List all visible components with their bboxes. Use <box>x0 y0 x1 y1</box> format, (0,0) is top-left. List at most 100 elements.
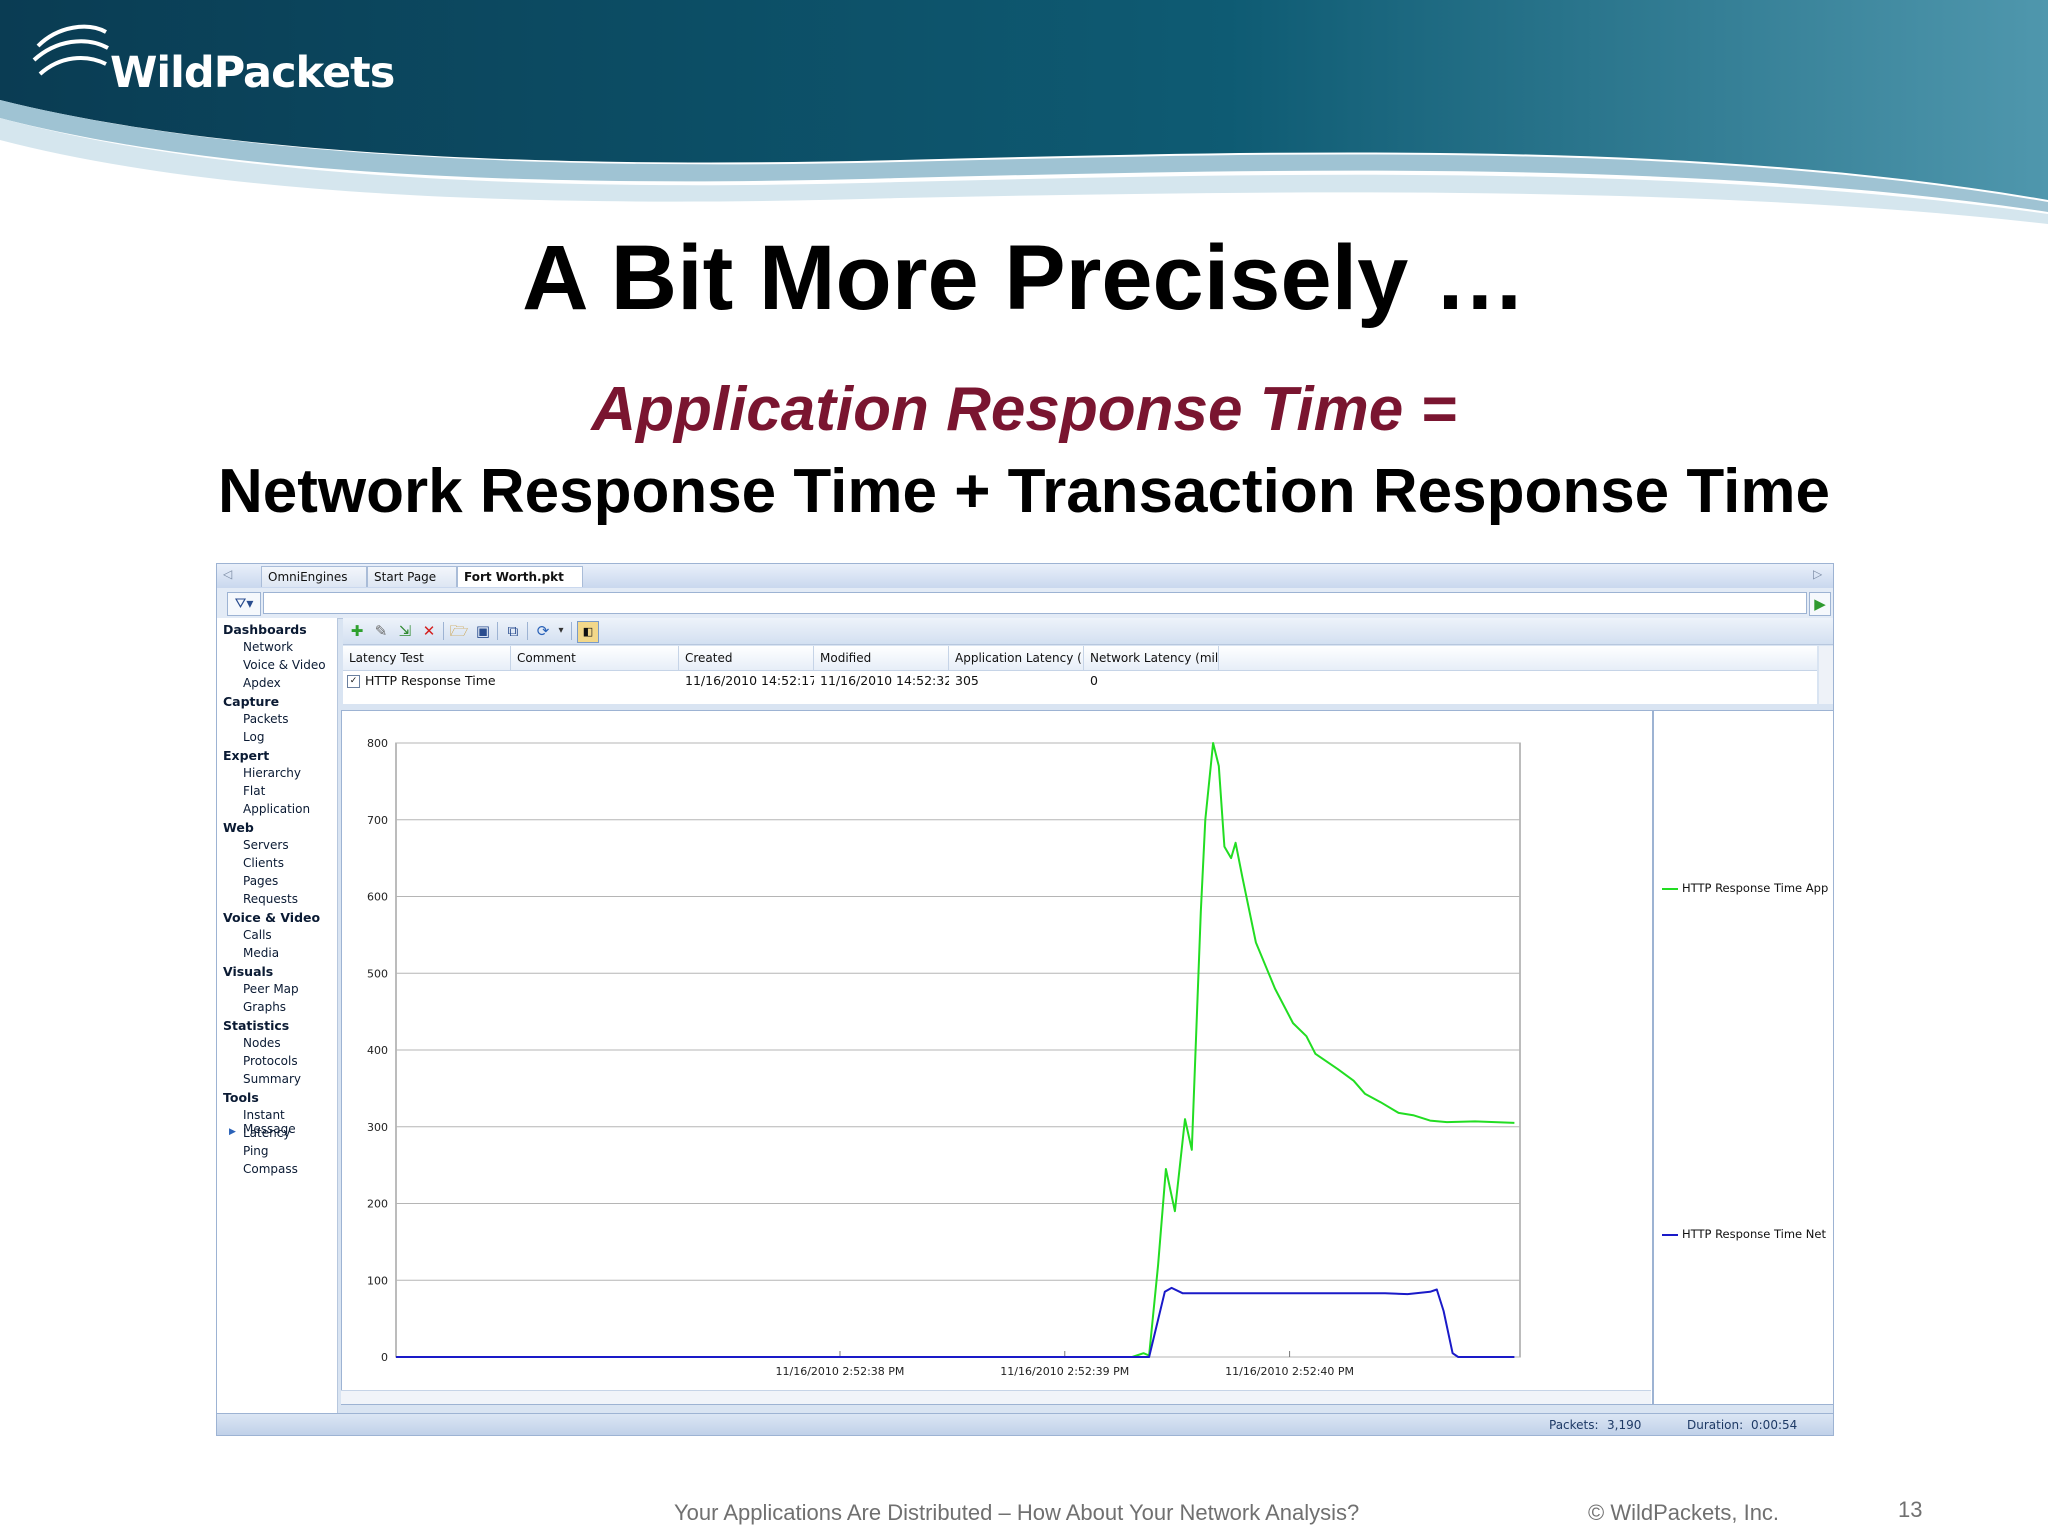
sidebar-item-application[interactable]: Application <box>243 802 310 816</box>
sidebar-item-peer-map[interactable]: Peer Map <box>243 982 299 996</box>
sidebar-group-tools[interactable]: Tools <box>223 1090 259 1105</box>
column-header[interactable]: Application Latency (... <box>949 646 1084 670</box>
sidebar-item-network[interactable]: Network <box>243 640 293 654</box>
y-tick-label: 300 <box>367 1121 388 1134</box>
sidebar-item-packets[interactable]: Packets <box>243 712 289 726</box>
slide-subtitle-formula: Network Response Time + Transaction Resp… <box>218 457 1830 526</box>
add-icon[interactable]: ✚ <box>347 621 367 641</box>
tab-label: Fort Worth.pkt <box>464 570 564 584</box>
sidebar-item-voice-video[interactable]: Voice & Video <box>243 658 326 672</box>
column-header[interactable]: Comment <box>511 646 679 670</box>
open-icon[interactable]: 🗁 <box>449 621 469 641</box>
sidebar-item-pages[interactable]: Pages <box>243 874 278 888</box>
slide-title: A Bit More Precisely … <box>522 227 1526 329</box>
duration-value: 0:00:54 <box>1751 1418 1798 1432</box>
legend-item-net: HTTP Response Time Net <box>1662 1227 1826 1241</box>
copy-icon[interactable]: ⧉ <box>503 621 523 641</box>
table-header: Latency Test Comment Created Modified Ap… <box>343 646 1817 671</box>
tab-label: Start Page <box>374 570 437 584</box>
y-tick-label: 200 <box>367 1198 388 1211</box>
latency-tests-table: Latency Test Comment Created Modified Ap… <box>343 646 1817 704</box>
sidebar-item-servers[interactable]: Servers <box>243 838 289 852</box>
table-cell: 0 <box>1090 673 1098 688</box>
sidebar-item-nodes[interactable]: Nodes <box>243 1036 281 1050</box>
chart-horizontal-scrollbar[interactable] <box>341 1390 1651 1404</box>
tab-omniengines[interactable]: OmniEngines <box>261 566 367 587</box>
apply-filter-button[interactable]: ▶ <box>1809 592 1831 616</box>
sidebar-item-protocols[interactable]: Protocols <box>243 1054 298 1068</box>
filter-bar: ⛛▾ ▶ <box>217 588 1833 619</box>
table-cell: ✓ HTTP Response Time <box>343 670 511 692</box>
sidebar-item-compass[interactable]: Compass <box>243 1162 298 1176</box>
chart-legend: HTTP Response Time App HTTP Response Tim… <box>1653 710 1833 1405</box>
logo-text: WildPackets <box>110 48 395 98</box>
sidebar-group-web[interactable]: Web <box>223 820 254 835</box>
packets-value: 3,190 <box>1607 1418 1642 1432</box>
sidebar-item-flat[interactable]: Flat <box>243 784 265 798</box>
sidebar-item-graphs[interactable]: Graphs <box>243 1000 286 1014</box>
sidebar-item-log[interactable]: Log <box>243 730 264 744</box>
sidebar-group-capture[interactable]: Capture <box>223 694 279 709</box>
sidebar-item-hierarchy[interactable]: Hierarchy <box>243 766 301 780</box>
tab-fort-worth-pkt[interactable]: Fort Worth.pkt ✕ <box>457 566 583 605</box>
table-cell: 305 <box>955 673 979 688</box>
sidebar-group-expert[interactable]: Expert <box>223 748 269 763</box>
sidebar-item-latency[interactable]: Latency <box>229 1126 291 1140</box>
save-icon[interactable]: ▣ <box>473 621 493 641</box>
cell-text: HTTP Response Time <box>365 673 496 688</box>
y-tick-label: 600 <box>367 891 388 904</box>
table-cell <box>511 670 679 692</box>
sidebar-item-summary[interactable]: Summary <box>243 1072 301 1086</box>
x-tick-label: 11/16/2010 2:52:39 PM <box>1000 1365 1129 1378</box>
sidebar-group-dashboards[interactable]: Dashboards <box>223 622 307 637</box>
filter-input[interactable] <box>263 592 1807 614</box>
delete-icon[interactable]: ✕ <box>419 621 439 641</box>
sidebar-group-visuals[interactable]: Visuals <box>223 964 273 979</box>
options-icon[interactable]: ◧ <box>577 621 599 643</box>
sidebar-group-statistics[interactable]: Statistics <box>223 1018 289 1033</box>
table-row[interactable]: ✓ HTTP Response Time 11/16/2010 14:52:17… <box>343 670 1817 692</box>
sidebar-item-requests[interactable]: Requests <box>243 892 298 906</box>
tab-scroll-right-icon[interactable]: ▷ <box>1813 567 1822 581</box>
edit-icon[interactable]: ✎ <box>371 621 391 641</box>
refresh-icon[interactable]: ⟳ <box>533 621 553 641</box>
toolbar-separator <box>527 622 528 640</box>
legend-label: HTTP Response Time App <box>1682 881 1829 895</box>
sidebar-group-voice-video[interactable]: Voice & Video <box>223 910 320 925</box>
footer-copyright: © WildPackets, Inc. <box>1588 1500 1780 1525</box>
column-header[interactable]: Created <box>679 646 814 670</box>
sidebar-item-clients[interactable]: Clients <box>243 856 284 870</box>
legend-swatch <box>1662 1233 1678 1236</box>
page-number: 13 <box>1898 1497 1923 1522</box>
logo-swoosh-icon <box>32 24 109 76</box>
sidebar-item-media[interactable]: Media <box>243 946 279 960</box>
table-scrollbar[interactable] <box>1819 646 1833 704</box>
column-header[interactable]: Modified <box>814 646 949 670</box>
row-checkbox[interactable]: ✓ <box>347 675 360 688</box>
slide-subtitle: Application Response Time = <box>591 375 1457 444</box>
y-tick-label: 500 <box>367 967 388 980</box>
tab-scroll-left-icon[interactable]: ◁ <box>223 567 232 581</box>
latency-line-chart: 0 100 200 300 400 500 600 700 800 11/16/2010 2:52… <box>367 737 1521 1378</box>
y-tick-label: 0 <box>381 1351 388 1364</box>
tab-bar: ◁ OmniEngines Start Page Fort Worth.pkt … <box>217 564 1833 605</box>
packets-label: Packets: <box>1549 1418 1599 1432</box>
latency-chart-pane: 0 100 200 300 400 500 600 700 800 11/16/2010 2:52… <box>341 710 1653 1405</box>
tab-label: OmniEngines <box>268 570 348 584</box>
import-icon[interactable]: ⇲ <box>395 621 415 641</box>
column-header[interactable]: Network Latency (mil... <box>1084 646 1219 670</box>
tab-start-page[interactable]: Start Page <box>367 566 457 587</box>
dropdown-icon[interactable]: ▾ <box>551 621 571 641</box>
toolbar-separator <box>443 622 444 640</box>
column-header[interactable]: Latency Test <box>343 646 511 670</box>
legend-item-app: HTTP Response Time App <box>1662 881 1828 895</box>
table-cell: 11/16/2010 14:52:32 <box>820 673 949 688</box>
legend-swatch <box>1662 887 1678 890</box>
sidebar-item-apdex[interactable]: Apdex <box>243 676 281 690</box>
filter-dropdown-button[interactable]: ⛛▾ <box>227 592 261 616</box>
x-tick-label: 11/16/2010 2:52:40 PM <box>1225 1365 1354 1378</box>
latency-toolbar: ✚ ✎ ⇲ ✕ 🗁 ▣ ⧉ ⟳ ▾ ◧ <box>343 618 1833 645</box>
table-cell: 11/16/2010 14:52:17 <box>685 673 814 688</box>
sidebar-item-ping[interactable]: Ping <box>243 1144 269 1158</box>
sidebar-item-calls[interactable]: Calls <box>243 928 272 942</box>
